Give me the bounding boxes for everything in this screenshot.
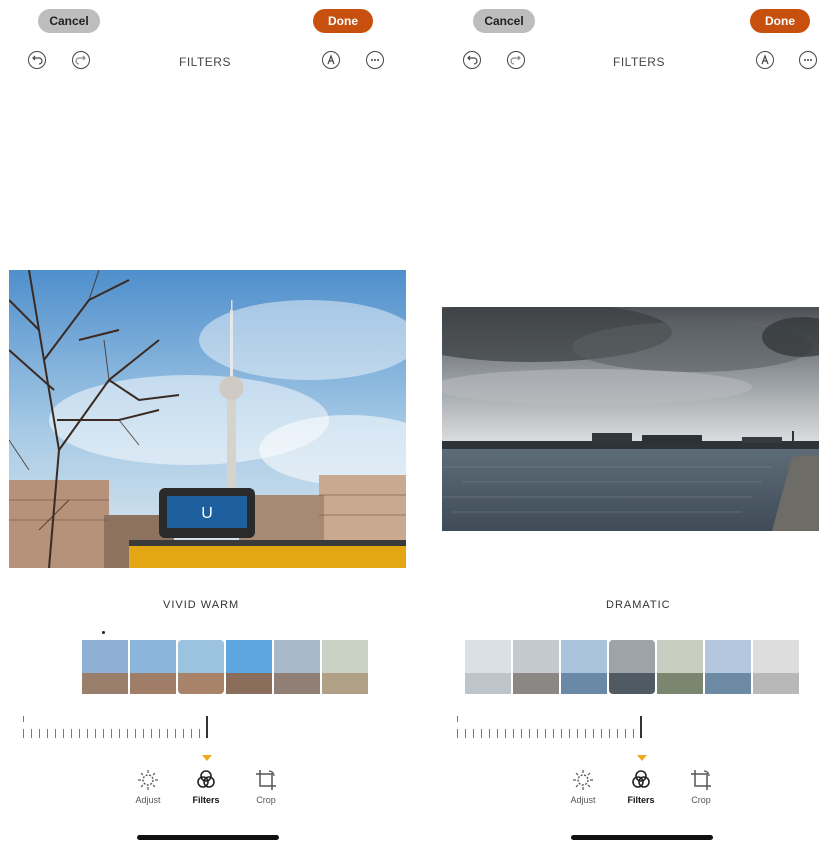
cancel-button[interactable]: Cancel: [38, 9, 100, 33]
filters-tool-button[interactable]: Filters: [184, 768, 228, 805]
crop-label: Crop: [256, 795, 276, 805]
filter-name-label: VIVID WARM: [163, 599, 240, 611]
filter-thumb[interactable]: [513, 640, 559, 694]
filter-thumb[interactable]: [657, 640, 703, 694]
filter-thumb[interactable]: [465, 640, 511, 694]
filter-thumb[interactable]: [705, 640, 751, 694]
markup-icon[interactable]: [756, 51, 774, 69]
crop-label: Crop: [691, 795, 711, 805]
filter-name-label: DRAMATIC: [606, 599, 671, 611]
undo-icon[interactable]: [463, 51, 481, 69]
editor-panel-left: Cancel Done FILTERS U VIVID WARM Adjust …: [0, 0, 410, 842]
filters-icon: [632, 770, 650, 788]
adjust-icon: [138, 770, 158, 790]
crop-icon: [256, 770, 276, 790]
svg-text:U: U: [201, 505, 213, 522]
done-button[interactable]: Done: [750, 9, 810, 33]
section-title: FILTERS: [179, 55, 231, 69]
undo-icon[interactable]: [28, 51, 46, 69]
filter-thumb[interactable]: [322, 640, 368, 694]
cancel-button[interactable]: Cancel: [473, 9, 535, 33]
redo-icon[interactable]: [507, 51, 525, 69]
crop-icon: [691, 770, 711, 790]
filter-strip[interactable]: [82, 638, 370, 696]
filters-label: Filters: [192, 795, 220, 805]
adjust-tool-button[interactable]: Adjust: [126, 768, 170, 805]
editor-panel-right: Cancel Done FILTERS DRAMATIC Adjust Filt…: [433, 0, 819, 842]
filters-icon: [197, 770, 215, 788]
filter-thumb[interactable]: [753, 640, 799, 694]
intensity-slider[interactable]: [457, 712, 647, 738]
home-indicator: [137, 835, 279, 840]
more-icon[interactable]: [799, 51, 817, 69]
section-title: FILTERS: [613, 55, 665, 69]
photo-preview[interactable]: [442, 307, 819, 531]
filter-thumb[interactable]: [130, 640, 176, 694]
done-button[interactable]: Done: [313, 9, 373, 33]
filters-tool-button[interactable]: Filters: [619, 768, 663, 805]
filter-strip[interactable]: [465, 638, 801, 696]
filter-thumb[interactable]: [226, 640, 272, 694]
adjust-label: Adjust: [570, 795, 596, 805]
photo-preview[interactable]: U: [9, 270, 406, 568]
adjust-icon: [573, 770, 593, 790]
crop-tool-button[interactable]: Crop: [244, 768, 288, 805]
adjust-tool-button[interactable]: Adjust: [561, 768, 605, 805]
active-tool-indicator: [637, 755, 647, 761]
filter-thumb-selected[interactable]: [607, 638, 657, 696]
crop-tool-button[interactable]: Crop: [679, 768, 723, 805]
active-tool-indicator: [202, 755, 212, 761]
filter-thumb[interactable]: [82, 640, 128, 694]
filter-thumb-selected[interactable]: [176, 638, 226, 696]
filter-thumb[interactable]: [561, 640, 607, 694]
filter-thumb[interactable]: [274, 640, 320, 694]
intensity-slider[interactable]: [23, 712, 213, 738]
indicator-dot: [102, 631, 105, 634]
more-icon[interactable]: [366, 51, 384, 69]
adjust-label: Adjust: [135, 795, 161, 805]
home-indicator: [571, 835, 713, 840]
markup-icon[interactable]: [322, 51, 340, 69]
filters-label: Filters: [627, 795, 655, 805]
redo-icon[interactable]: [72, 51, 90, 69]
